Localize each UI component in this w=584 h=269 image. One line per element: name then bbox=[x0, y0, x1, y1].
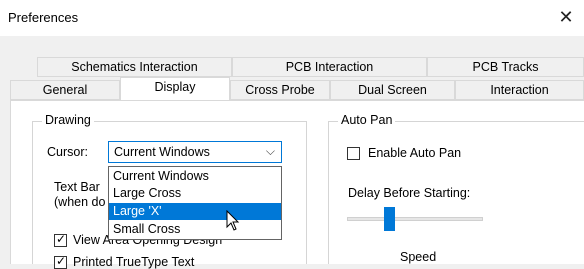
enable-auto-pan-label: Enable Auto Pan bbox=[368, 146, 462, 160]
auto-pan-group-title: Auto Pan bbox=[338, 113, 396, 127]
cursor-dropdown-list: Current Windows Large Cross Large 'X' Sm… bbox=[108, 166, 282, 240]
window-title: Preferences bbox=[8, 10, 79, 25]
text-bar-label-line2: (when do bbox=[54, 195, 106, 209]
cursor-option-current-windows[interactable]: Current Windows bbox=[109, 168, 281, 185]
tab-cross-probe[interactable]: Cross Probe bbox=[230, 80, 330, 100]
tab-label: Schematics Interaction bbox=[71, 60, 198, 74]
check-icon: ✓ bbox=[56, 254, 67, 268]
cursor-option-large-x[interactable]: Large 'X' bbox=[109, 203, 281, 220]
cursor-label: Cursor: bbox=[47, 145, 88, 159]
view-area-checkbox[interactable]: ✓ bbox=[54, 232, 67, 247]
tab-label: Cross Probe bbox=[245, 83, 315, 97]
chevron-down-icon: ⌵ bbox=[265, 144, 275, 158]
tab-label: PCB Interaction bbox=[285, 60, 374, 74]
delay-slider-thumb[interactable] bbox=[384, 207, 395, 231]
text-bar-label: Text Bar bbox=[54, 180, 100, 194]
mouse-pointer-icon bbox=[226, 210, 240, 231]
close-icon[interactable]: ✕ bbox=[554, 5, 578, 29]
cursor-option-small-cross[interactable]: Small Cross bbox=[109, 221, 281, 238]
tab-general[interactable]: General bbox=[10, 80, 120, 100]
tab-display[interactable]: Display bbox=[120, 77, 230, 100]
drawing-group-title: Drawing bbox=[42, 113, 94, 127]
check-icon: ✓ bbox=[56, 232, 67, 246]
cursor-select-value: Current Windows bbox=[114, 145, 210, 159]
tab-label: General bbox=[42, 83, 88, 97]
printed-truetype-label: Printed TrueType Text bbox=[73, 255, 195, 269]
tab-label: Interaction bbox=[490, 83, 549, 97]
tab-label: Display bbox=[154, 80, 196, 94]
delay-slider-track[interactable] bbox=[347, 217, 483, 221]
enable-auto-pan-checkbox[interactable] bbox=[347, 147, 360, 160]
cursor-select[interactable]: Current Windows ⌵ bbox=[108, 141, 282, 163]
delay-before-starting-label: Delay Before Starting: bbox=[348, 186, 471, 200]
tab-interaction[interactable]: Interaction bbox=[455, 80, 584, 100]
speed-label: Speed bbox=[400, 250, 437, 264]
tab-dual-screen[interactable]: Dual Screen bbox=[330, 80, 455, 100]
title-bar: Preferences ✕ bbox=[0, 0, 584, 36]
printed-truetype-checkbox[interactable]: ✓ bbox=[54, 254, 67, 269]
tab-pcb-interaction[interactable]: PCB Interaction bbox=[232, 57, 427, 77]
tab-label: Dual Screen bbox=[358, 83, 427, 97]
tab-schematics-interaction[interactable]: Schematics Interaction bbox=[37, 57, 232, 77]
tab-label: PCB Tracks bbox=[472, 60, 539, 74]
cursor-option-large-cross[interactable]: Large Cross bbox=[109, 185, 281, 202]
tab-pcb-tracks[interactable]: PCB Tracks bbox=[427, 57, 584, 77]
